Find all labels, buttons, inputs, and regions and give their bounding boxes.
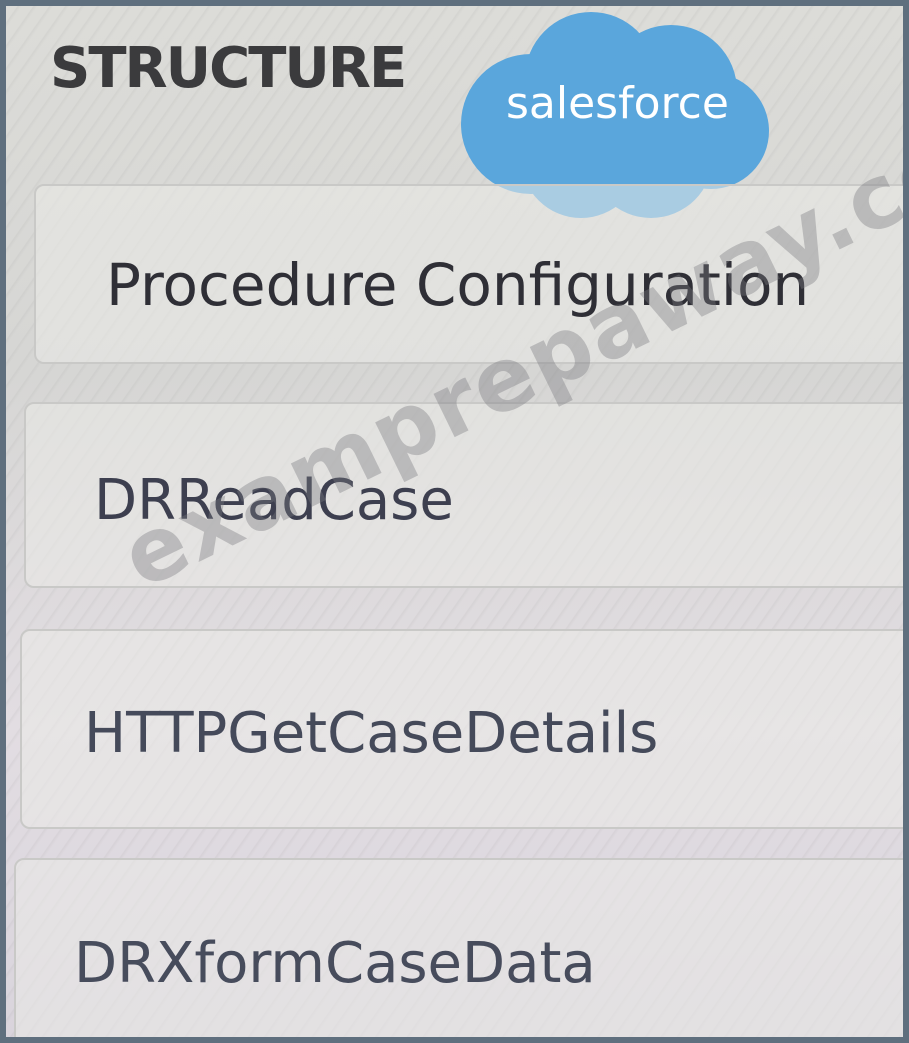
step-label: DRXformCaseData [74, 931, 596, 996]
structure-heading: STRUCTURE [50, 36, 407, 101]
salesforce-logo-text: salesforce [506, 78, 729, 129]
step-label: HTTPGetCaseDetails [84, 701, 659, 766]
structure-panel: STRUCTURE salesforce Procedure Configura… [6, 6, 903, 1037]
